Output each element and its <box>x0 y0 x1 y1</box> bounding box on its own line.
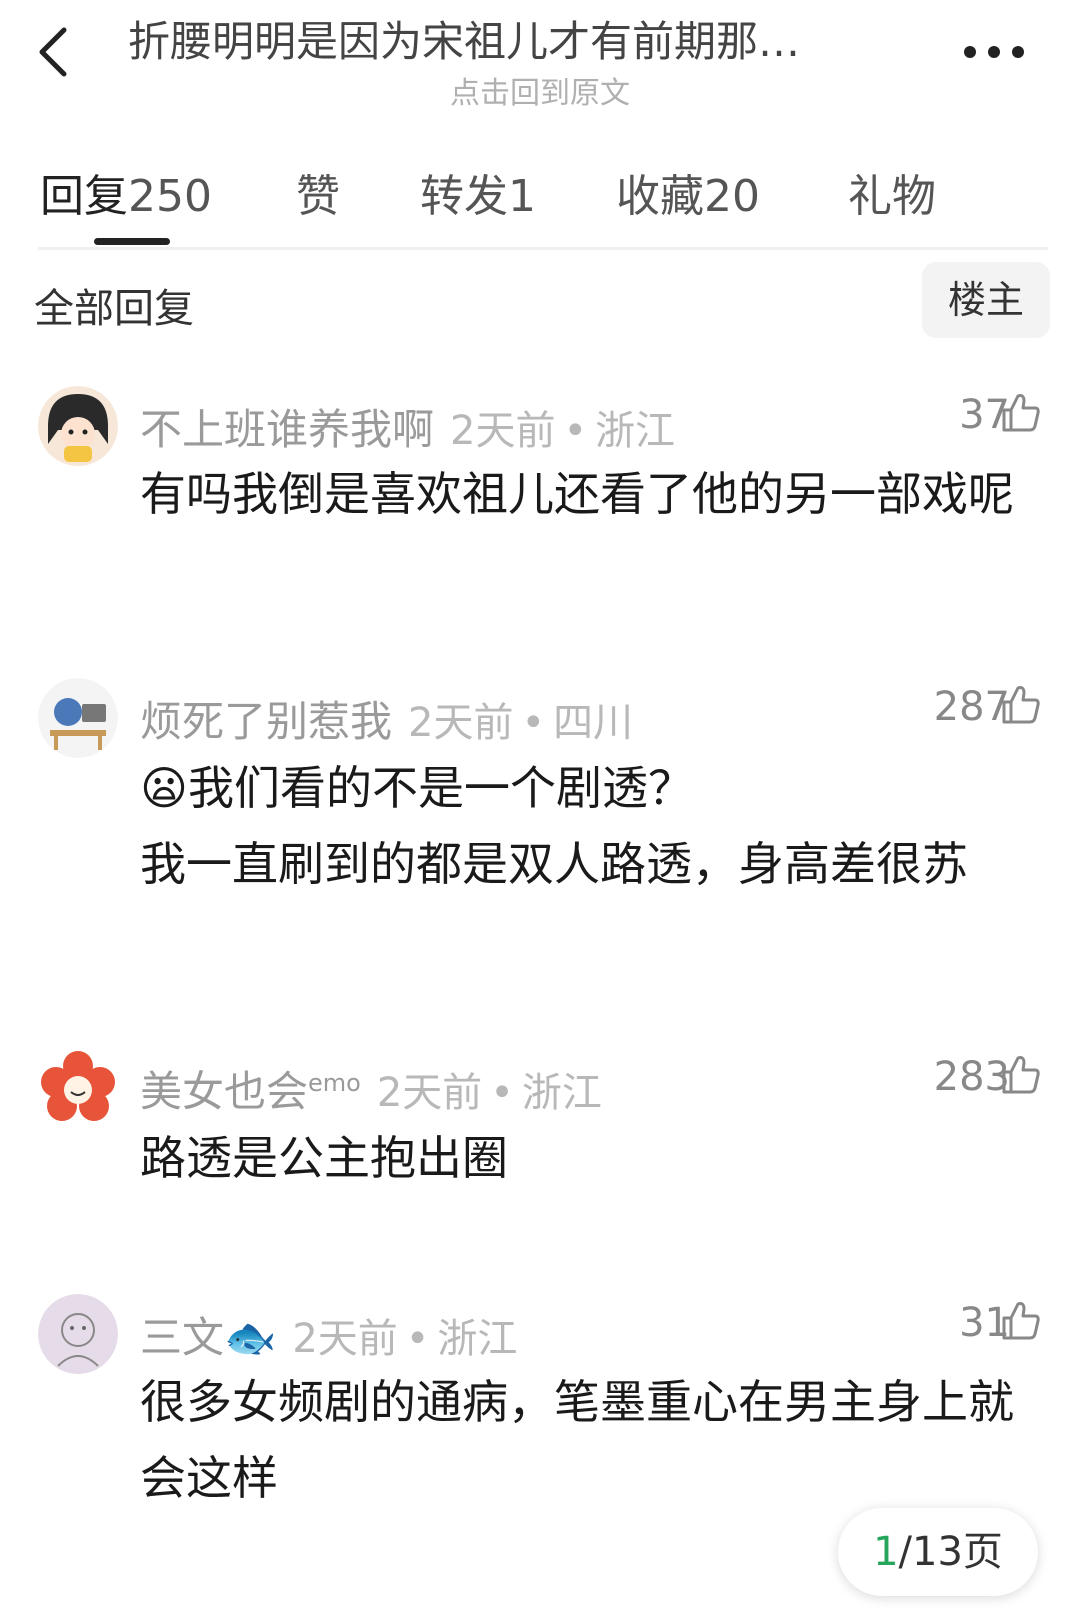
comment-location: 浙江 <box>595 408 676 454</box>
active-tab-indicator <box>94 238 170 245</box>
like-thumb-icon[interactable] <box>998 390 1042 434</box>
meta-separator: • <box>563 408 588 454</box>
total-pages: /13页 <box>898 1529 1003 1575</box>
comment-text: 我一直刷到的都是双人路透，身高差很苏 <box>140 837 968 891</box>
comment-time: 2天前 <box>450 408 556 454</box>
comment-time: 2天前 <box>408 700 514 746</box>
comment-location: 浙江 <box>437 1316 518 1362</box>
section-title: 全部回复 <box>34 286 194 332</box>
more-options-icon[interactable] <box>962 30 1026 74</box>
username[interactable]: 不上班谁养我啊 <box>140 405 434 454</box>
comment-time: 2天前 <box>292 1316 398 1362</box>
user-avatar[interactable] <box>38 1294 118 1374</box>
current-page: 1 <box>873 1529 899 1575</box>
like-thumb-icon[interactable] <box>998 1298 1042 1342</box>
comment-text: 很多女频剧的通病，笔墨重心在男主身上就会这样 <box>140 1375 1014 1505</box>
user-avatar[interactable] <box>38 678 118 758</box>
page-indicator[interactable]: 1/13页 <box>838 1508 1038 1596</box>
username[interactable]: 烦死了别惹我 <box>140 697 392 746</box>
like-thumb-icon[interactable] <box>998 1052 1042 1096</box>
like-thumb-icon[interactable] <box>998 682 1042 726</box>
username[interactable]: 三文 <box>140 1313 224 1362</box>
tab-replies[interactable]: 回复250 <box>40 160 212 224</box>
meta-separator: • <box>521 700 546 746</box>
meta-separator: • <box>490 1070 514 1116</box>
tab-likes[interactable]: 赞 <box>296 160 340 224</box>
comment-location: 四川 <box>553 700 634 746</box>
comment-text: 有吗我倒是喜欢祖儿还看了他的另一部戏呢 <box>140 467 1014 521</box>
tab-favorites[interactable]: 收藏20 <box>616 160 760 224</box>
back-to-post-link[interactable]: 点击回到原文 <box>0 68 1080 112</box>
fish-emoji-icon: 🐟 <box>224 1313 277 1362</box>
user-avatar[interactable] <box>38 386 118 466</box>
post-title[interactable]: 折腰明明是因为宋祖儿才有前期那… <box>128 8 928 69</box>
comment-time: 2天前 <box>376 1070 483 1116</box>
comment-text-line: 我们看的不是一个剧透？ <box>187 761 694 815</box>
op-only-button[interactable]: 楼主 <box>922 262 1050 338</box>
meta-separator: • <box>405 1316 430 1362</box>
tab-reposts[interactable]: 转发1 <box>420 160 536 224</box>
comment-text: 路透是公主抱出圈 <box>140 1131 508 1185</box>
emoji-icon: 😦 <box>140 761 188 815</box>
tab-bar: 回复250 赞 转发1 收藏20 礼物 <box>38 150 1048 250</box>
top-bar: 折腰明明是因为宋祖儿才有前期那… 点击回到原文 <box>0 0 1080 120</box>
comment-location: 浙江 <box>521 1070 602 1116</box>
username-suffix: emo <box>308 1069 361 1097</box>
username[interactable]: 美女也会 <box>140 1067 308 1116</box>
tab-gifts[interactable]: 礼物 <box>848 160 936 224</box>
user-avatar[interactable] <box>38 1048 118 1128</box>
